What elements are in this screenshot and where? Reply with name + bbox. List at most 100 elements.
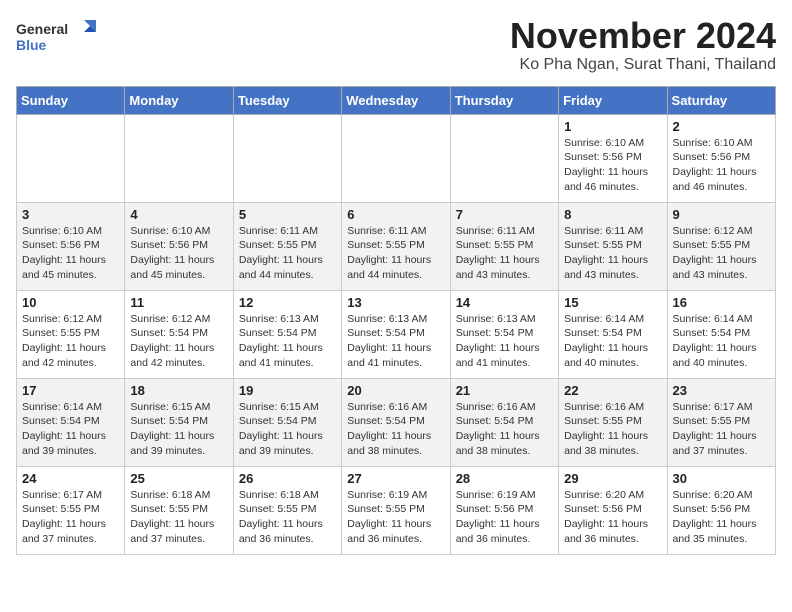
day-number: 27 bbox=[347, 471, 444, 486]
calendar-cell: 28 Sunrise: 6:19 AM Sunset: 5:56 PM Dayli… bbox=[450, 466, 558, 554]
calendar-cell: 3 Sunrise: 6:10 AM Sunset: 5:56 PM Daylig… bbox=[17, 202, 125, 290]
calendar-cell: 16 Sunrise: 6:14 AM Sunset: 5:54 PM Dayli… bbox=[667, 290, 775, 378]
calendar-cell: 5 Sunrise: 6:11 AM Sunset: 5:55 PM Daylig… bbox=[233, 202, 341, 290]
day-number: 6 bbox=[347, 207, 444, 222]
calendar-cell: 24 Sunrise: 6:17 AM Sunset: 5:55 PM Dayli… bbox=[17, 466, 125, 554]
day-info: Sunrise: 6:19 AM Sunset: 5:56 PM Dayligh… bbox=[456, 488, 553, 547]
day-number: 21 bbox=[456, 383, 553, 398]
weekday-header-row: SundayMondayTuesdayWednesdayThursdayFrid… bbox=[17, 86, 776, 114]
day-info: Sunrise: 6:11 AM Sunset: 5:55 PM Dayligh… bbox=[456, 224, 553, 283]
calendar-cell: 18 Sunrise: 6:15 AM Sunset: 5:54 PM Dayli… bbox=[125, 378, 233, 466]
weekday-header-saturday: Saturday bbox=[667, 86, 775, 114]
day-number: 5 bbox=[239, 207, 336, 222]
day-info: Sunrise: 6:12 AM Sunset: 5:55 PM Dayligh… bbox=[673, 224, 770, 283]
calendar-cell: 1 Sunrise: 6:10 AM Sunset: 5:56 PM Daylig… bbox=[559, 114, 667, 202]
calendar-cell: 2 Sunrise: 6:10 AM Sunset: 5:56 PM Daylig… bbox=[667, 114, 775, 202]
calendar-body: 1 Sunrise: 6:10 AM Sunset: 5:56 PM Daylig… bbox=[17, 114, 776, 554]
logo: General Blue bbox=[16, 16, 96, 60]
day-number: 7 bbox=[456, 207, 553, 222]
calendar-cell: 22 Sunrise: 6:16 AM Sunset: 5:55 PM Dayli… bbox=[559, 378, 667, 466]
weekday-header-sunday: Sunday bbox=[17, 86, 125, 114]
day-number: 18 bbox=[130, 383, 227, 398]
day-info: Sunrise: 6:13 AM Sunset: 5:54 PM Dayligh… bbox=[347, 312, 444, 371]
calendar-cell: 4Sunrise: 6:10 AM Sunset: 5:56 PM Daylig… bbox=[125, 202, 233, 290]
day-info: Sunrise: 6:12 AM Sunset: 5:54 PM Dayligh… bbox=[130, 312, 227, 371]
calendar-cell: 8Sunrise: 6:11 AM Sunset: 5:55 PM Daylig… bbox=[559, 202, 667, 290]
calendar-cell: 17 Sunrise: 6:14 AM Sunset: 5:54 PM Dayli… bbox=[17, 378, 125, 466]
calendar-cell: 9 Sunrise: 6:12 AM Sunset: 5:55 PM Daylig… bbox=[667, 202, 775, 290]
day-info: Sunrise: 6:14 AM Sunset: 5:54 PM Dayligh… bbox=[673, 312, 770, 371]
calendar-cell bbox=[17, 114, 125, 202]
svg-text:Blue: Blue bbox=[16, 37, 47, 53]
header: General Blue November 2024 Ko Pha Ngan, … bbox=[16, 16, 776, 74]
calendar-cell: 27 Sunrise: 6:19 AM Sunset: 5:55 PM Dayli… bbox=[342, 466, 450, 554]
day-info: Sunrise: 6:10 AM Sunset: 5:56 PM Dayligh… bbox=[22, 224, 119, 283]
weekday-header-thursday: Thursday bbox=[450, 86, 558, 114]
calendar-cell: 20 Sunrise: 6:16 AM Sunset: 5:54 PM Dayli… bbox=[342, 378, 450, 466]
calendar-cell: 6 Sunrise: 6:11 AM Sunset: 5:55 PM Daylig… bbox=[342, 202, 450, 290]
day-number: 12 bbox=[239, 295, 336, 310]
day-number: 23 bbox=[673, 383, 770, 398]
calendar-table: SundayMondayTuesdayWednesdayThursdayFrid… bbox=[16, 86, 776, 555]
day-number: 22 bbox=[564, 383, 661, 398]
day-info: Sunrise: 6:15 AM Sunset: 5:54 PM Dayligh… bbox=[239, 400, 336, 459]
calendar-cell: 29Sunrise: 6:20 AM Sunset: 5:56 PM Dayli… bbox=[559, 466, 667, 554]
day-info: Sunrise: 6:12 AM Sunset: 5:55 PM Dayligh… bbox=[22, 312, 119, 371]
day-info: Sunrise: 6:16 AM Sunset: 5:54 PM Dayligh… bbox=[456, 400, 553, 459]
day-number: 25 bbox=[130, 471, 227, 486]
day-info: Sunrise: 6:17 AM Sunset: 5:55 PM Dayligh… bbox=[22, 488, 119, 547]
day-number: 16 bbox=[673, 295, 770, 310]
day-info: Sunrise: 6:16 AM Sunset: 5:55 PM Dayligh… bbox=[564, 400, 661, 459]
calendar-cell: 21 Sunrise: 6:16 AM Sunset: 5:54 PM Dayli… bbox=[450, 378, 558, 466]
title-section: November 2024 Ko Pha Ngan, Surat Thani, … bbox=[510, 16, 776, 74]
day-info: Sunrise: 6:14 AM Sunset: 5:54 PM Dayligh… bbox=[564, 312, 661, 371]
calendar-week-1: 1 Sunrise: 6:10 AM Sunset: 5:56 PM Daylig… bbox=[17, 114, 776, 202]
calendar-week-2: 3 Sunrise: 6:10 AM Sunset: 5:56 PM Daylig… bbox=[17, 202, 776, 290]
calendar-cell: 26Sunrise: 6:18 AM Sunset: 5:55 PM Dayli… bbox=[233, 466, 341, 554]
day-number: 30 bbox=[673, 471, 770, 486]
day-number: 11 bbox=[130, 295, 227, 310]
day-number: 19 bbox=[239, 383, 336, 398]
day-number: 1 bbox=[564, 119, 661, 134]
day-number: 17 bbox=[22, 383, 119, 398]
day-info: Sunrise: 6:10 AM Sunset: 5:56 PM Dayligh… bbox=[564, 136, 661, 195]
weekday-header-wednesday: Wednesday bbox=[342, 86, 450, 114]
day-number: 2 bbox=[673, 119, 770, 134]
calendar-cell: 19 Sunrise: 6:15 AM Sunset: 5:54 PM Dayli… bbox=[233, 378, 341, 466]
day-info: Sunrise: 6:13 AM Sunset: 5:54 PM Dayligh… bbox=[456, 312, 553, 371]
day-number: 10 bbox=[22, 295, 119, 310]
day-info: Sunrise: 6:15 AM Sunset: 5:54 PM Dayligh… bbox=[130, 400, 227, 459]
day-number: 29 bbox=[564, 471, 661, 486]
day-info: Sunrise: 6:10 AM Sunset: 5:56 PM Dayligh… bbox=[130, 224, 227, 283]
calendar-cell: 25 Sunrise: 6:18 AM Sunset: 5:55 PM Dayli… bbox=[125, 466, 233, 554]
day-info: Sunrise: 6:18 AM Sunset: 5:55 PM Dayligh… bbox=[239, 488, 336, 547]
day-info: Sunrise: 6:16 AM Sunset: 5:54 PM Dayligh… bbox=[347, 400, 444, 459]
svg-text:General: General bbox=[16, 21, 68, 37]
calendar-cell: 12Sunrise: 6:13 AM Sunset: 5:54 PM Dayli… bbox=[233, 290, 341, 378]
calendar-cell: 30Sunrise: 6:20 AM Sunset: 5:56 PM Dayli… bbox=[667, 466, 775, 554]
calendar-cell: 11 Sunrise: 6:12 AM Sunset: 5:54 PM Dayli… bbox=[125, 290, 233, 378]
calendar-cell: 13 Sunrise: 6:13 AM Sunset: 5:54 PM Dayli… bbox=[342, 290, 450, 378]
day-number: 20 bbox=[347, 383, 444, 398]
day-info: Sunrise: 6:11 AM Sunset: 5:55 PM Dayligh… bbox=[347, 224, 444, 283]
calendar-cell bbox=[233, 114, 341, 202]
day-number: 13 bbox=[347, 295, 444, 310]
day-info: Sunrise: 6:11 AM Sunset: 5:55 PM Dayligh… bbox=[239, 224, 336, 283]
day-number: 8 bbox=[564, 207, 661, 222]
month-title: November 2024 bbox=[510, 16, 776, 56]
day-number: 28 bbox=[456, 471, 553, 486]
weekday-header-friday: Friday bbox=[559, 86, 667, 114]
day-info: Sunrise: 6:18 AM Sunset: 5:55 PM Dayligh… bbox=[130, 488, 227, 547]
calendar-week-4: 17 Sunrise: 6:14 AM Sunset: 5:54 PM Dayli… bbox=[17, 378, 776, 466]
day-number: 9 bbox=[673, 207, 770, 222]
location-title: Ko Pha Ngan, Surat Thani, Thailand bbox=[510, 56, 776, 74]
calendar-week-3: 10 Sunrise: 6:12 AM Sunset: 5:55 PM Dayli… bbox=[17, 290, 776, 378]
day-info: Sunrise: 6:10 AM Sunset: 5:56 PM Dayligh… bbox=[673, 136, 770, 195]
calendar-cell: 23Sunrise: 6:17 AM Sunset: 5:55 PM Dayli… bbox=[667, 378, 775, 466]
weekday-header-tuesday: Tuesday bbox=[233, 86, 341, 114]
day-info: Sunrise: 6:14 AM Sunset: 5:54 PM Dayligh… bbox=[22, 400, 119, 459]
day-number: 3 bbox=[22, 207, 119, 222]
day-number: 24 bbox=[22, 471, 119, 486]
day-info: Sunrise: 6:19 AM Sunset: 5:55 PM Dayligh… bbox=[347, 488, 444, 547]
calendar-cell: 14Sunrise: 6:13 AM Sunset: 5:54 PM Dayli… bbox=[450, 290, 558, 378]
